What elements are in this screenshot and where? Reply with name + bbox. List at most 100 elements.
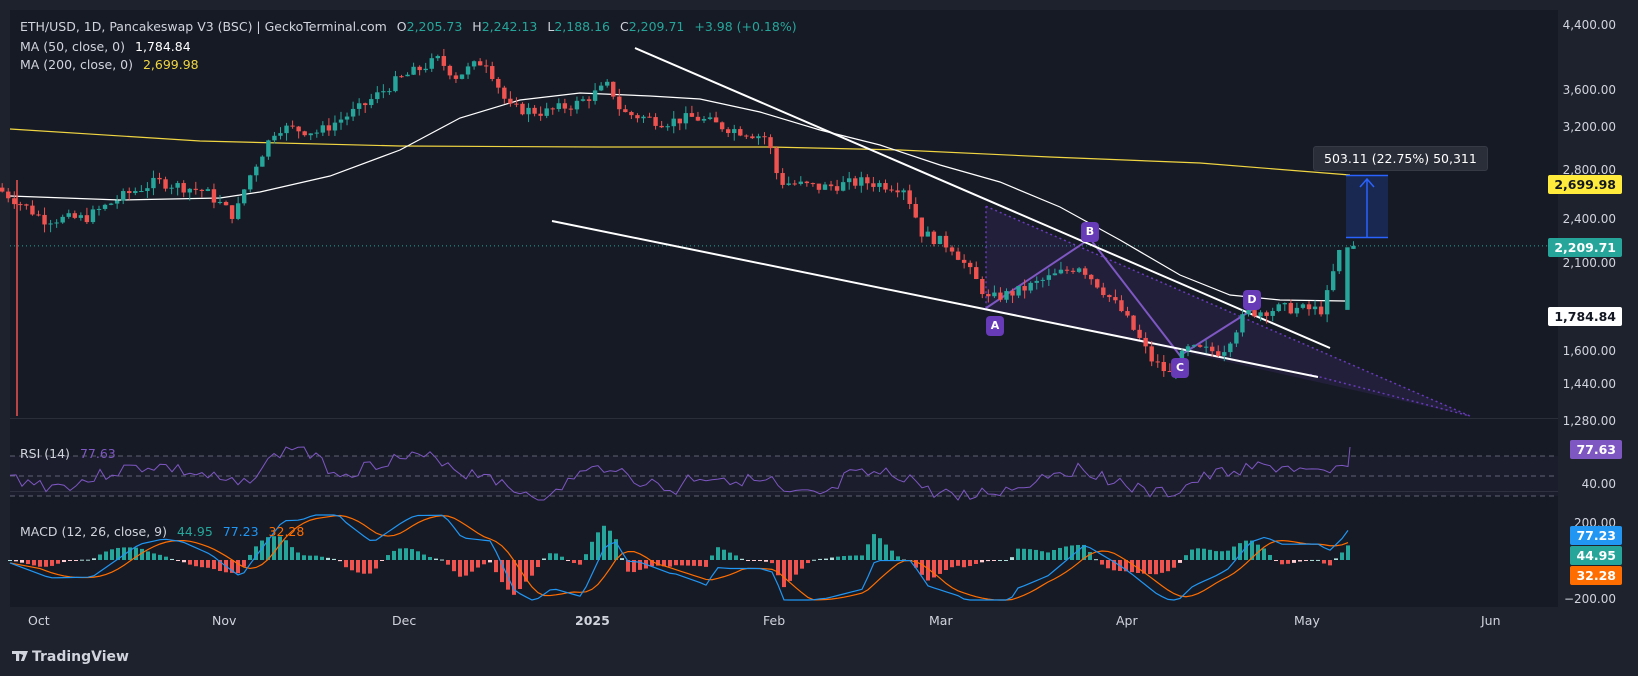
candle-body bbox=[114, 200, 120, 204]
macd-histogram-bar bbox=[998, 560, 1002, 561]
candle-body bbox=[822, 184, 828, 190]
macd-histogram-bar bbox=[722, 549, 726, 560]
ma50-value: 1,784.84 bbox=[135, 39, 191, 54]
rsi-tick: 40.00 bbox=[1581, 477, 1616, 491]
candle-body bbox=[272, 135, 277, 141]
candle-body bbox=[907, 190, 912, 205]
candle-body bbox=[1040, 279, 1045, 281]
macd-histogram-bar bbox=[1226, 550, 1230, 560]
candle-body bbox=[42, 214, 47, 225]
candle-body bbox=[943, 235, 949, 248]
pattern-point-b[interactable]: B bbox=[1081, 222, 1099, 242]
candle-body bbox=[30, 205, 35, 215]
candle-body bbox=[1010, 291, 1015, 296]
hist-badge: 44.95 bbox=[1570, 546, 1622, 565]
macd-line-value: 77.23 bbox=[222, 524, 259, 539]
macd-histogram-bar bbox=[50, 560, 54, 566]
macd-histogram-bar bbox=[530, 560, 534, 576]
candle-body bbox=[635, 115, 640, 119]
pattern-point-a[interactable]: A bbox=[986, 316, 1004, 336]
macd-histogram-bar bbox=[884, 544, 888, 560]
rsi-legend[interactable]: RSI (14) 77.63 bbox=[20, 446, 116, 461]
signal-badge: 32.28 bbox=[1570, 566, 1622, 585]
macd-legend[interactable]: MACD (12, 26, close, 9) 44.95 77.23 32.2… bbox=[20, 524, 304, 539]
macd-histogram-bar bbox=[842, 556, 846, 560]
macd-histogram-bar bbox=[98, 554, 102, 560]
macd-histogram-bar bbox=[344, 560, 348, 568]
candle-body bbox=[290, 125, 295, 127]
macd-histogram-bar bbox=[452, 560, 456, 572]
time-tick: Jun bbox=[1481, 613, 1501, 628]
candle-body bbox=[1252, 310, 1257, 317]
candle-body bbox=[393, 76, 398, 92]
candle-body bbox=[308, 133, 313, 136]
macd-histogram-bar bbox=[1310, 559, 1314, 561]
candle-body bbox=[199, 189, 205, 191]
time-tick: Oct bbox=[28, 613, 50, 628]
tradingview-brand: TradingView bbox=[32, 649, 129, 665]
macd-histogram-bar bbox=[1178, 560, 1182, 563]
time-tick: May bbox=[1294, 613, 1320, 628]
ma50-legend[interactable]: MA (50, close, 0) 1,784.84 bbox=[20, 39, 191, 54]
candle-body bbox=[810, 183, 816, 185]
pattern-point-d[interactable]: D bbox=[1243, 290, 1261, 310]
candle-body bbox=[381, 91, 386, 93]
macd-histogram-bar bbox=[806, 560, 810, 564]
candle-body bbox=[659, 125, 664, 128]
macd-histogram-bar bbox=[728, 552, 732, 560]
candle-body bbox=[756, 136, 761, 139]
candle-body bbox=[169, 187, 174, 189]
macd-histogram-bar bbox=[392, 550, 396, 560]
candle-body bbox=[768, 137, 773, 149]
candle-body bbox=[1022, 286, 1027, 291]
macd-pane bbox=[10, 492, 1558, 607]
macd-histogram-bar bbox=[1190, 549, 1194, 560]
macd-histogram-bar bbox=[164, 556, 168, 560]
candle-body bbox=[919, 217, 924, 237]
macd-histogram-bar bbox=[206, 560, 210, 568]
candle-body bbox=[1016, 286, 1021, 296]
macd-histogram-bar bbox=[1040, 551, 1044, 560]
candle-body bbox=[780, 173, 785, 185]
macd-histogram-bar bbox=[1094, 559, 1098, 561]
ma200-legend[interactable]: MA (200, close, 0) 2,699.98 bbox=[20, 57, 199, 72]
candle-body bbox=[302, 131, 307, 136]
candle-body bbox=[695, 116, 701, 121]
candle-body bbox=[6, 191, 11, 199]
macd-histogram-bar bbox=[1208, 549, 1212, 560]
candle-body bbox=[986, 294, 991, 297]
candle-body bbox=[701, 118, 707, 121]
candle-body bbox=[526, 107, 531, 115]
candle-body bbox=[1222, 352, 1227, 356]
macd-histogram-bar bbox=[416, 551, 420, 560]
macd-histogram-bar bbox=[1058, 547, 1062, 560]
pattern-point-c[interactable]: C bbox=[1171, 358, 1189, 378]
candle-body bbox=[163, 179, 168, 189]
macd-histogram-bar bbox=[680, 560, 684, 566]
measure-label[interactable]: 503.11 (22.75%) 50,311 bbox=[1313, 146, 1488, 171]
macd-histogram-bar bbox=[872, 534, 876, 560]
macd-histogram-bar bbox=[824, 558, 828, 560]
macd-histogram-bar bbox=[422, 554, 426, 560]
candle-body bbox=[750, 136, 755, 139]
macd-histogram-bar bbox=[896, 556, 900, 560]
macd-histogram-bar bbox=[434, 558, 438, 560]
candle-body bbox=[980, 279, 985, 295]
candle-body bbox=[1300, 304, 1306, 308]
candle-body bbox=[877, 183, 882, 187]
macd-histogram-bar bbox=[1286, 560, 1290, 564]
candle-body bbox=[1131, 315, 1136, 330]
candle-body bbox=[532, 107, 537, 114]
chart-canvas[interactable] bbox=[0, 0, 1638, 676]
candle-body bbox=[423, 68, 428, 71]
candle-body bbox=[1288, 303, 1294, 314]
macd-histogram-bar bbox=[356, 560, 360, 573]
macd-histogram-bar bbox=[68, 560, 72, 561]
candle-body bbox=[187, 188, 192, 193]
candle-body bbox=[441, 56, 447, 66]
candle-body bbox=[127, 191, 132, 194]
price-tick: 1,440.00 bbox=[1562, 377, 1616, 391]
tradingview-logo[interactable]: TradingView bbox=[12, 649, 129, 665]
candle-body bbox=[133, 191, 138, 194]
candle-body bbox=[786, 183, 791, 185]
